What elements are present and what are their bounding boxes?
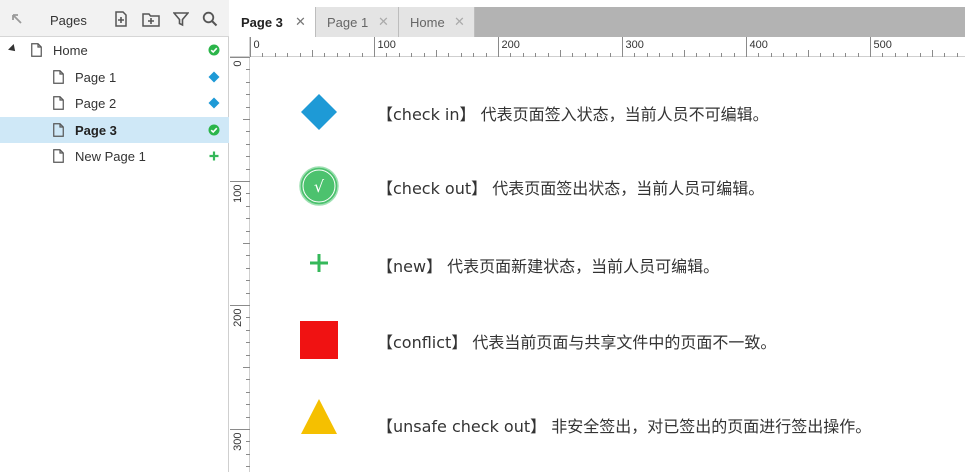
legend-text-unsafe-check-out: 【unsafe check out】 非安全签出，对已签出的页面进行签出操作。 xyxy=(377,417,872,436)
expand-arrow-icon[interactable] xyxy=(8,44,18,54)
legend-text-check-out: 【check out】 代表页面签出状态，当前人员可编辑。 xyxy=(377,179,765,198)
check-out-circle-icon: √ xyxy=(299,166,339,206)
new-status-icon xyxy=(208,150,220,162)
check-in-status-icon xyxy=(208,71,220,83)
tab-page-1[interactable]: Page 1 ✕ xyxy=(316,7,399,37)
tree-item-page-2[interactable]: Page 2 xyxy=(0,90,229,117)
ruler-label: 300 xyxy=(626,39,644,51)
ruler-label: 200 xyxy=(502,39,520,51)
conflict-square-icon xyxy=(299,320,339,360)
new-plus-icon xyxy=(299,243,339,283)
page-tree: Home Page 1 Page 2 Page 3 New Page 1 xyxy=(0,37,229,170)
tab-label: Page 1 xyxy=(327,15,369,30)
tab-bar: Page 3 ✕ Page 1 ✕ Home ✕ xyxy=(230,0,965,38)
pages-panel: Pages Home Page 1 Page 2 Page 3 New Page… xyxy=(0,0,229,472)
tab-home[interactable]: Home ✕ xyxy=(399,7,475,37)
tree-item-home[interactable]: Home xyxy=(0,37,229,64)
tree-item-new-page-1[interactable]: New Page 1 xyxy=(0,143,229,170)
design-canvas[interactable]: 【check in】 代表页面签入状态，当前人员不可编辑。 √ 【check o… xyxy=(251,58,965,472)
tree-item-label: Page 3 xyxy=(75,122,117,138)
search-icon[interactable] xyxy=(201,10,219,28)
tree-item-page-3[interactable]: Page 3 xyxy=(0,116,229,143)
close-icon[interactable]: ✕ xyxy=(454,14,465,30)
page-doc-icon xyxy=(53,69,64,84)
add-page-icon[interactable] xyxy=(112,10,130,28)
tree-item-label: New Page 1 xyxy=(75,149,146,164)
ruler-label: 0 xyxy=(232,61,244,67)
check-in-status-icon xyxy=(208,97,220,109)
check-out-status-icon xyxy=(208,44,220,56)
pages-title: Pages xyxy=(50,13,87,28)
tree-item-label: Page 1 xyxy=(75,69,117,85)
tree-item-page-1[interactable]: Page 1 xyxy=(0,64,229,91)
check-out-status-icon xyxy=(208,124,220,136)
ruler-label: 500 xyxy=(874,39,892,51)
ruler-corner xyxy=(230,37,250,57)
close-icon[interactable]: ✕ xyxy=(295,14,306,30)
tree-item-label: Page 2 xyxy=(75,96,117,111)
legend-text-conflict: 【conflict】 代表当前页面与共享文件中的页面不一致。 xyxy=(377,333,777,352)
ruler-label: 100 xyxy=(378,39,396,51)
filter-icon[interactable] xyxy=(172,10,190,28)
pages-toolbar: Pages xyxy=(0,0,229,37)
vertical-ruler-ticks: 0 100 200 300 xyxy=(230,57,250,467)
ruler-label: 400 xyxy=(750,39,768,51)
tab-page-3[interactable]: Page 3 ✕ xyxy=(230,7,316,38)
horizontal-ruler[interactable]: 0 100 200 300 400 500 xyxy=(250,37,965,57)
page-doc-icon xyxy=(53,149,64,163)
tab-label: Home xyxy=(410,15,445,30)
check-glyph: √ xyxy=(314,177,325,196)
ruler-label: 300 xyxy=(232,433,244,451)
ruler-label: 0 xyxy=(254,39,260,51)
horizontal-ruler-ticks: 0 100 200 300 400 500 xyxy=(250,37,958,57)
page-doc-icon xyxy=(31,43,42,57)
ruler-label: 200 xyxy=(232,309,244,327)
tab-label: Page 3 xyxy=(241,15,283,30)
page-doc-icon xyxy=(53,96,64,110)
legend-text-new: 【new】 代表页面新建状态，当前人员可编辑。 xyxy=(377,257,720,276)
check-in-diamond-icon xyxy=(299,92,339,132)
unsafe-check-out-triangle-icon xyxy=(299,397,339,437)
ruler-label: 100 xyxy=(232,185,244,203)
collapse-arrow-icon[interactable] xyxy=(8,10,26,28)
close-icon[interactable]: ✕ xyxy=(378,14,389,30)
tree-item-label: Home xyxy=(53,43,88,58)
page-doc-icon xyxy=(53,122,64,137)
legend-text-check-in: 【check in】 代表页面签入状态，当前人员不可编辑。 xyxy=(377,105,769,124)
vertical-ruler[interactable]: 0 100 200 300 xyxy=(230,57,250,472)
add-folder-icon[interactable] xyxy=(142,10,160,28)
